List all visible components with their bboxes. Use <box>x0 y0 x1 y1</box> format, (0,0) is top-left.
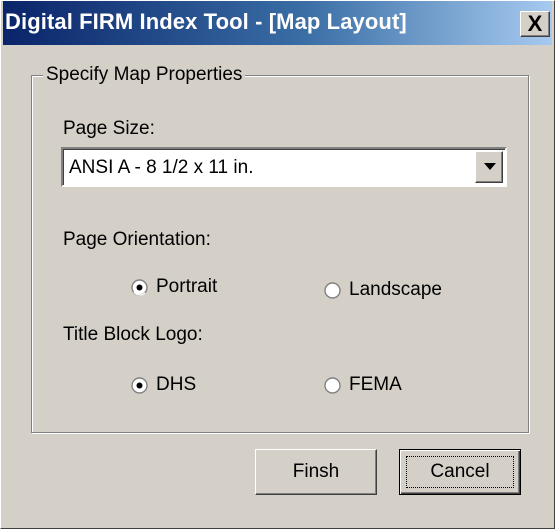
dropdown-button[interactable] <box>475 151 503 183</box>
window-title: Digital FIRM Index Tool - [Map Layout] <box>5 9 407 34</box>
dhs-label: DHS <box>156 374 197 395</box>
dialog-window: Digital FIRM Index Tool - [Map Layout] X… <box>0 0 555 529</box>
page-size-label: Page Size: <box>63 118 155 139</box>
cancel-button-label: Cancel <box>430 461 490 482</box>
radio-unselected-icon <box>324 376 341 394</box>
cancel-button[interactable]: Cancel <box>399 449 521 495</box>
page-orientation-label: Page Orientation: <box>63 229 211 250</box>
portrait-radio[interactable]: Portrait <box>131 276 217 298</box>
finish-button[interactable]: Finsh <box>255 449 377 495</box>
radio-selected-icon <box>131 376 148 394</box>
landscape-label: Landscape <box>349 279 442 300</box>
page-size-select[interactable]: ANSI A - 8 1/2 x 11 in. <box>61 147 507 187</box>
group-legend: Specify Map Properties <box>43 64 246 86</box>
page-size-value: ANSI A - 8 1/2 x 11 in. <box>69 157 254 178</box>
close-icon: X <box>527 11 543 36</box>
portrait-label: Portrait <box>156 276 218 297</box>
dhs-radio[interactable]: DHS <box>131 374 196 396</box>
chevron-down-icon <box>484 163 496 170</box>
radio-unselected-icon <box>324 281 341 299</box>
fema-radio[interactable]: FEMA <box>324 374 402 396</box>
title-block-logo-label: Title Block Logo: <box>63 324 203 345</box>
radio-selected-icon <box>131 278 148 296</box>
landscape-radio[interactable]: Landscape <box>324 279 442 301</box>
title-bar[interactable]: Digital FIRM Index Tool - [Map Layout] X <box>3 1 552 45</box>
close-button[interactable]: X <box>520 11 550 37</box>
fema-label: FEMA <box>349 374 402 395</box>
finish-button-label: Finsh <box>292 461 340 482</box>
